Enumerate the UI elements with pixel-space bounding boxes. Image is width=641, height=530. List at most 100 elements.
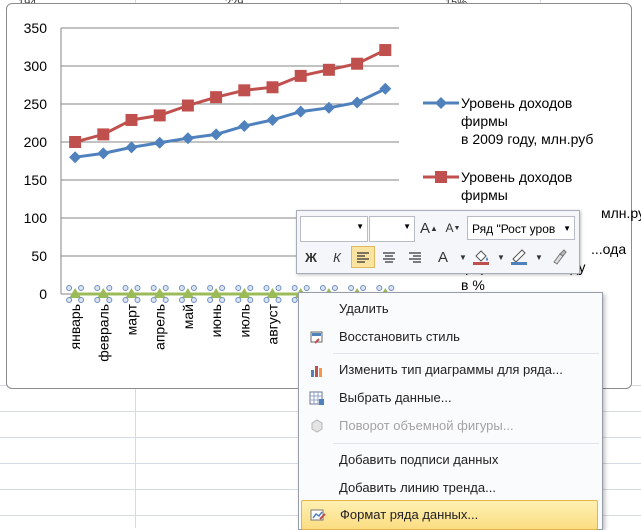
selection-handle (106, 297, 113, 303)
data-point-square (294, 69, 307, 82)
menu-item-add-data-labels[interactable]: Добавить подписи данных (301, 446, 598, 474)
align-left-icon[interactable] (351, 246, 375, 268)
selection-handle (263, 285, 270, 291)
menu-item-select-data[interactable]: Выбрать данные... (301, 384, 598, 412)
data-point-diamond (238, 120, 251, 133)
legend-line: Уровень доходов (461, 95, 573, 111)
chevron-down-icon[interactable]: ▼ (563, 217, 571, 239)
data-point-square (210, 91, 223, 104)
menu-item-3d-rotation: Поворот объемной фигуры... (301, 412, 598, 440)
selection-handle (122, 285, 129, 291)
data-point-diamond (351, 96, 364, 109)
selection-handle (106, 285, 113, 291)
context-menu: Удалить Восстановить стиль Изменить тип … (298, 292, 603, 530)
font-size-combo[interactable]: ▼ (369, 216, 415, 242)
data-point-square (322, 63, 335, 76)
menu-item-change-chart-type[interactable]: Изменить тип диаграммы для ряда... (301, 356, 598, 384)
selection-handle (388, 285, 395, 291)
series-selector-value: Ряд "Рост уров (472, 222, 556, 236)
x-tick-label: январь (67, 304, 83, 349)
series-selector-combo[interactable]: Ряд "Рост уров ▼ (467, 216, 575, 240)
data-point-diamond (210, 128, 223, 141)
x-tick-label: июль (236, 304, 252, 337)
selection-handle (235, 297, 242, 303)
data-point-diamond (69, 151, 82, 164)
data-point-diamond (294, 105, 307, 118)
selection-handle (235, 285, 242, 291)
selection-handle (247, 285, 254, 291)
legend-square-marker-icon (423, 171, 459, 183)
menu-item-label: Удалить (339, 301, 389, 316)
data-point-diamond (97, 147, 110, 160)
data-point-square (181, 99, 194, 112)
align-center-icon[interactable] (377, 246, 401, 268)
data-point-square (351, 57, 364, 70)
3d-rotation-icon (311, 419, 323, 433)
y-tick-label: 150 (24, 172, 48, 188)
selection-handle (291, 297, 298, 303)
selection-handle (207, 297, 214, 303)
y-tick-label: 250 (24, 96, 48, 112)
selection-handle (162, 297, 169, 303)
menu-item-add-trendline[interactable]: Добавить линию тренда... (301, 474, 598, 502)
selection-handle (66, 285, 73, 291)
format-painter-icon[interactable] (547, 246, 571, 268)
chevron-down-icon[interactable]: ▼ (356, 222, 364, 231)
legend-line: фирмы (461, 187, 508, 203)
menu-separator (333, 443, 599, 444)
selection-handle (94, 297, 101, 303)
data-point-square (125, 113, 138, 126)
menu-item-label: Поворот объемной фигуры... (339, 418, 514, 433)
selection-handle (78, 285, 85, 291)
font-name-combo[interactable]: ▼ (300, 216, 368, 242)
chart-type-icon (311, 366, 322, 377)
selection-handle (122, 297, 129, 303)
y-tick-label: 100 (24, 210, 48, 226)
y-tick-label: 0 (39, 286, 47, 302)
x-tick-label: март (124, 303, 140, 335)
menu-item-reset-style[interactable]: Восстановить стиль (301, 323, 598, 351)
selection-handle (150, 297, 157, 303)
menu-item-delete[interactable]: Удалить (301, 295, 598, 323)
selection-handle (376, 285, 383, 291)
chevron-down-icon[interactable]: ▼ (403, 222, 411, 231)
y-tick-label: 350 (24, 20, 48, 36)
legend-line: в 2009 году, млн.руб (461, 131, 594, 147)
series-line (74, 48, 386, 144)
selection-handle (78, 297, 85, 303)
selection-handle (150, 285, 157, 291)
selection-handle (275, 285, 282, 291)
data-point-square (69, 136, 82, 148)
selection-handle (303, 285, 310, 291)
y-tick-label: 300 (24, 58, 48, 74)
data-point-diamond (153, 136, 166, 149)
menu-item-label: Выбрать данные... (339, 390, 452, 405)
data-point-diamond (125, 141, 138, 154)
align-right-icon[interactable] (403, 246, 427, 268)
x-tick-label: февраль (95, 304, 111, 362)
data-point-square (379, 44, 392, 57)
menu-item-label: Формат ряда данных... (340, 507, 479, 522)
selection-handle (291, 285, 298, 291)
data-point-square (97, 128, 110, 141)
menu-item-label: Добавить линию тренда... (339, 480, 496, 495)
menu-item-format-data-series[interactable]: Формат ряда данных... (301, 500, 598, 530)
x-tick-label: май (180, 304, 196, 329)
selection-handle (207, 285, 214, 291)
legend-line: фирмы (461, 113, 508, 129)
data-point-square (153, 109, 166, 122)
menu-separator (333, 353, 599, 354)
selection-handle (94, 285, 101, 291)
selection-handle (66, 297, 73, 303)
selection-handle (319, 285, 326, 291)
bold-icon[interactable]: Ж (299, 246, 323, 268)
selection-handle (247, 297, 254, 303)
selection-handle (263, 297, 270, 303)
series-line (74, 87, 386, 159)
italic-icon[interactable]: К (325, 246, 349, 268)
x-tick-label: июнь (208, 304, 224, 337)
menu-item-label: Добавить подписи данных (339, 452, 499, 467)
selection-handle (134, 297, 141, 303)
shrink-font-icon[interactable]: A ▼ (441, 217, 465, 239)
grow-font-icon[interactable]: A ▲ (417, 217, 441, 239)
